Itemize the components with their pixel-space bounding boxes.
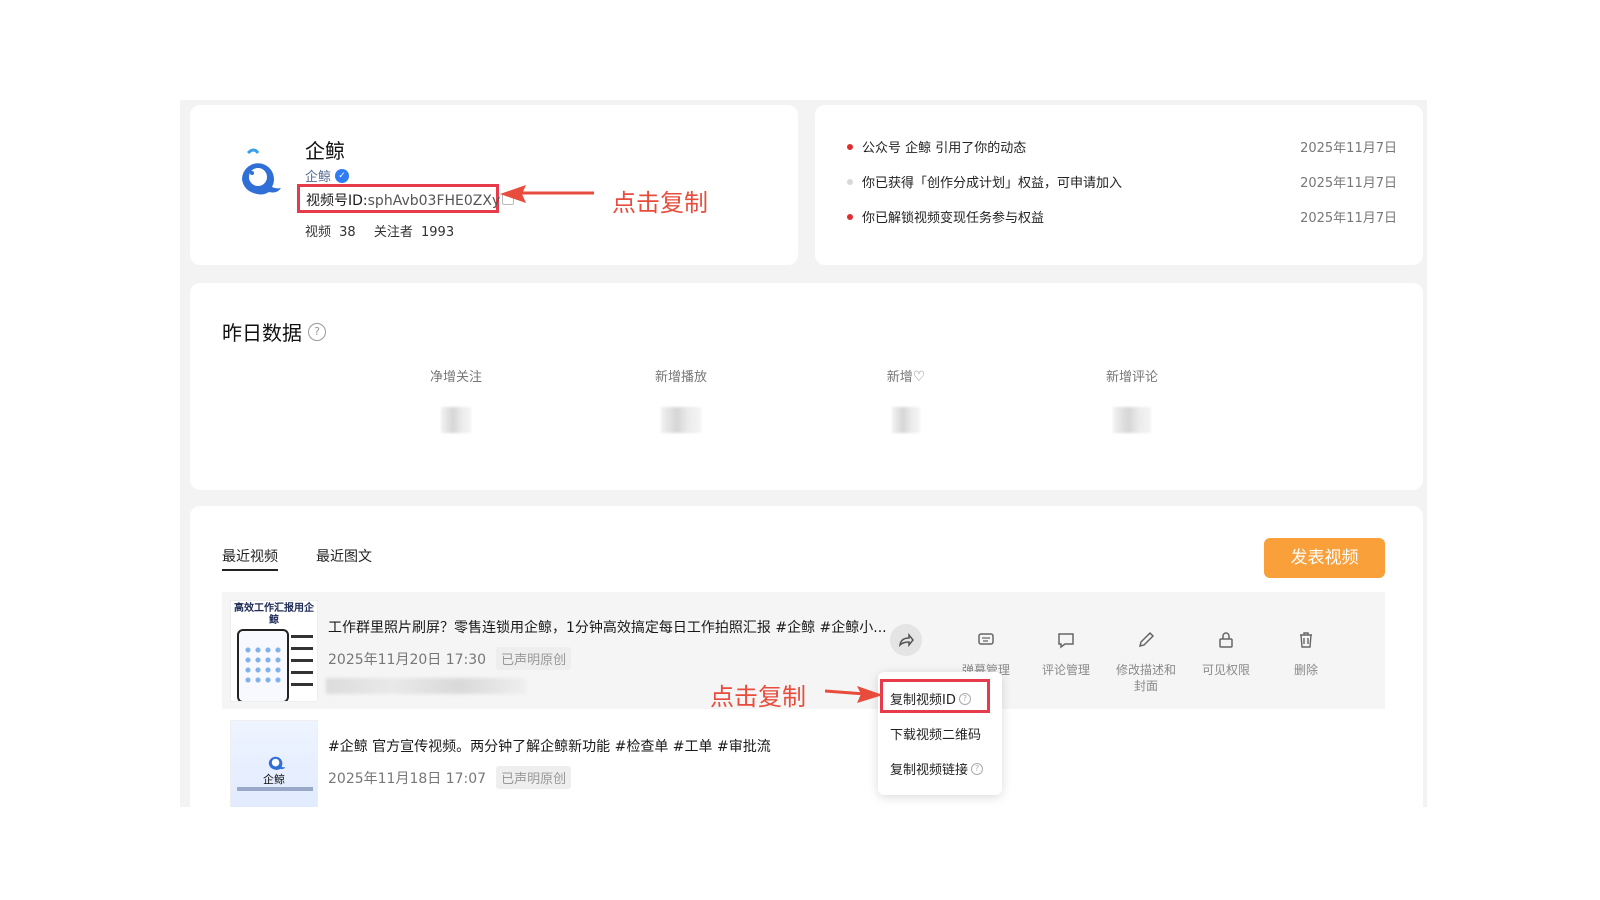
stats-title: 昨日数据 ?: [222, 317, 326, 346]
video-meta: 2025年11月20日 17:30 已声明原创: [328, 647, 572, 670]
videos-count: 38: [339, 225, 356, 240]
delete-action[interactable]: 删除: [1274, 624, 1338, 678]
notice-date: 2025年11月7日: [1300, 141, 1397, 156]
stat-new-comments: 新增评论: [1072, 366, 1192, 433]
notice-card: 公众号 企鲸 引用了你的动态 2025年11月7日 你已获得「创作分成计划」权益…: [815, 105, 1423, 265]
followers-count: 1993: [421, 225, 455, 240]
stat-label: 净增关注: [429, 370, 482, 385]
videos-label: 视频: [305, 225, 332, 240]
stat-value-blurred: [441, 407, 471, 433]
comment-action[interactable]: 评论管理: [1034, 624, 1098, 678]
notice-text: 你已获得「创作分成计划」权益，可申请加入: [862, 176, 1123, 191]
annotation-arrow-icon: [500, 185, 594, 203]
video-date: 2025年11月20日 17:30: [328, 651, 487, 668]
notice-date: 2025年11月7日: [1300, 176, 1397, 191]
unread-dot-icon: [847, 213, 853, 220]
thumbnail-title: 企鲸: [263, 773, 285, 786]
trash-icon: [1300, 632, 1312, 648]
video-meta: 2025年11月18日 17:07 已声明原创: [328, 766, 572, 789]
video-thumbnail[interactable]: 高效工作汇报用企鲸: [230, 600, 318, 702]
help-icon[interactable]: ?: [971, 762, 984, 775]
video-id-label: 视频号ID:: [306, 193, 368, 209]
video-thumbnail[interactable]: 企鲸: [230, 720, 318, 807]
profile-name: 企鲸: [305, 139, 345, 163]
stats-title-text: 昨日数据: [222, 321, 302, 345]
menu-item-label: 下载视频二维码: [890, 728, 982, 743]
stat-new-likes: 新增♡: [846, 366, 966, 433]
danmaku-icon: [978, 633, 994, 645]
annotation-highlight-box: [880, 679, 990, 713]
comment-icon: [1058, 633, 1074, 649]
action-label: 可见权限: [1201, 663, 1250, 677]
whale-logo-icon: [242, 148, 281, 195]
annotation-label: 点击复制: [612, 189, 708, 217]
video-row[interactable]: 企鲸 #企鲸 官方宣传视频。两分钟了解企鲸新功能 #检查单 #工单 #审批流 2…: [222, 716, 1385, 807]
notice-item[interactable]: 你已解锁视频变现任务参与权益 2025年11月7日: [847, 207, 1397, 226]
share-action[interactable]: [874, 624, 938, 662]
notice-item[interactable]: 公众号 企鲸 引用了你的动态 2025年11月7日: [847, 137, 1397, 156]
download-qrcode-item[interactable]: 下载视频二维码: [890, 724, 981, 743]
annotation-label: 点击复制: [710, 683, 806, 711]
stat-label: 新增♡: [846, 366, 966, 385]
video-stats-blurred: [326, 678, 526, 694]
video-title[interactable]: #企鲸 官方宣传视频。两分钟了解企鲸新功能 #检查单 #工单 #审批流: [328, 736, 771, 756]
verified-icon: ✓: [335, 168, 350, 183]
edit-action[interactable]: 修改描述和封面: [1114, 624, 1178, 694]
stat-label: 新增评论: [1105, 370, 1158, 385]
lock-icon: [1219, 632, 1233, 648]
share-icon: [898, 632, 914, 648]
tab-recent-videos[interactable]: 最近视频: [222, 546, 278, 571]
profile-subname-text: 企鲸: [305, 170, 332, 185]
action-label: 评论管理: [1041, 663, 1090, 677]
phone-illustration: [237, 629, 289, 701]
profile-subname: 企鲸 ✓: [305, 166, 350, 185]
stat-label-text: 新增: [886, 370, 913, 385]
notice-text: 你已解锁视频变现任务参与权益: [862, 211, 1045, 226]
thumbnail-subtitle-line: [237, 787, 313, 791]
stat-value-blurred: [1113, 407, 1151, 433]
unread-dot-icon: [847, 143, 853, 150]
danmaku-action[interactable]: 弹幕管理: [954, 624, 1018, 678]
read-dot-icon: [847, 178, 853, 185]
stat-label: 新增播放: [654, 370, 707, 385]
stats-card: 昨日数据 ? 净增关注 新增播放 新增♡ 新增评论: [190, 283, 1423, 490]
whale-logo-icon: [268, 756, 286, 770]
menu-item-label: 复制视频链接: [890, 763, 969, 778]
heart-icon: ♡: [912, 369, 926, 385]
original-badge: 已声明原创: [496, 766, 572, 789]
edit-icon: [1138, 631, 1155, 648]
publish-video-button[interactable]: 发表视频: [1264, 538, 1385, 578]
original-badge: 已声明原创: [496, 647, 572, 670]
annotation-arrow-icon: [825, 686, 883, 703]
stat-value-blurred: [661, 407, 701, 433]
tab-recent-posts[interactable]: 最近图文: [316, 546, 372, 566]
help-icon[interactable]: ?: [308, 322, 326, 341]
stat-new-plays: 新增播放: [621, 366, 741, 433]
visibility-action[interactable]: 可见权限: [1194, 624, 1258, 678]
followers-label: 关注者: [373, 225, 413, 240]
action-label: 修改描述和封面: [1115, 663, 1176, 693]
stat-net-followers: 净增关注: [396, 366, 516, 433]
notice-item[interactable]: 你已获得「创作分成计划」权益，可申请加入 2025年11月7日: [847, 172, 1397, 191]
video-id-value[interactable]: sphAvb03FHE0ZXy: [368, 193, 501, 209]
stat-value-blurred: [892, 407, 920, 433]
videos-card: 最近视频 最近图文 发表视频 高效工作汇报用企鲸 工作群里照片刷屏？零售连锁用企…: [190, 506, 1423, 807]
thumbnail-title: 高效工作汇报用企鲸: [234, 603, 314, 626]
profile-counts: 视频 38 关注者 1993: [305, 221, 468, 240]
video-date: 2025年11月18日 17:07: [328, 770, 487, 787]
notice-date: 2025年11月7日: [1300, 211, 1397, 226]
copy-video-link-item[interactable]: 复制视频链接?: [890, 759, 984, 778]
video-title[interactable]: 工作群里照片刷屏？零售连锁用企鲸，1分钟高效搞定每日工作拍照汇报 #企鲸 #企鲸…: [328, 617, 887, 637]
thumbnail-lines: [291, 635, 317, 695]
action-label: 删除: [1293, 663, 1318, 677]
notice-text: 公众号 企鲸 引用了你的动态: [862, 141, 1027, 156]
video-id-field[interactable]: 视频号ID:sphAvb03FHE0ZXy: [297, 184, 501, 213]
